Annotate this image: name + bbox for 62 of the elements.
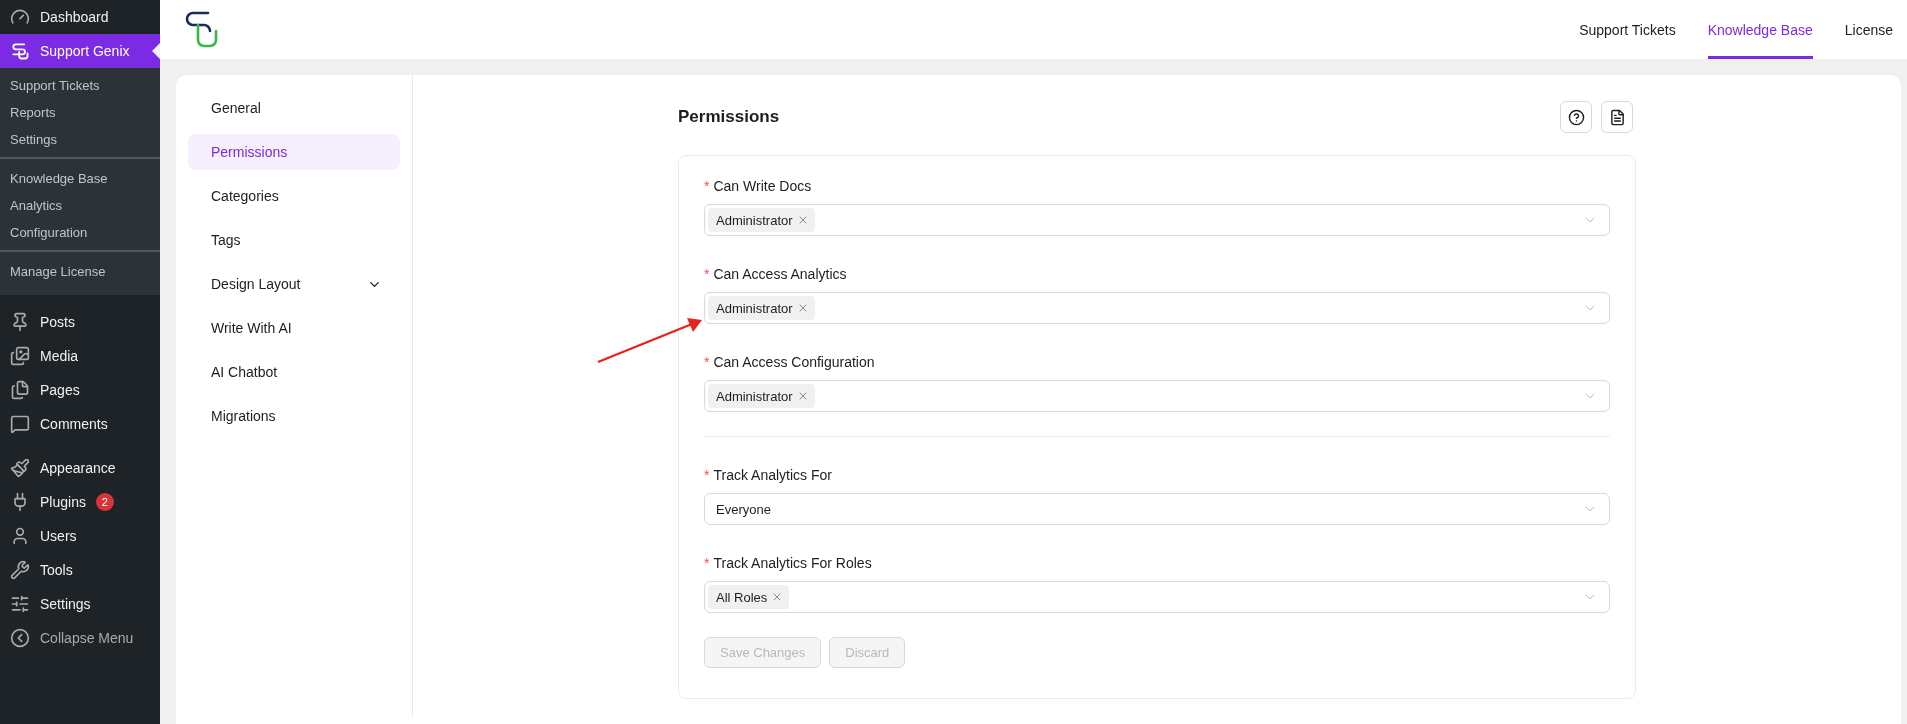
tag-chip: All Roles — [708, 585, 790, 609]
top-nav-tab[interactable]: License — [1844, 0, 1893, 59]
submenu-item[interactable]: Reports — [0, 99, 160, 126]
count-badge: 2 — [95, 493, 114, 511]
field-label: * Can Access Analytics — [704, 266, 848, 282]
help-icon — [1567, 108, 1585, 126]
select-field[interactable]: Everyone — [704, 493, 1610, 525]
field-label: * Track Analytics For Roles — [704, 555, 873, 571]
admin-menu-item[interactable]: Posts — [0, 305, 160, 339]
admin-menu-item[interactable]: Support Genix — [0, 34, 160, 68]
tag-chip: Administrator — [708, 296, 815, 320]
settings-nav-item[interactable]: General — [188, 90, 400, 126]
settings-nav-item[interactable]: Categories — [188, 178, 400, 214]
help-button[interactable] — [1560, 101, 1592, 133]
logo-icon — [184, 9, 218, 50]
paintbrush-icon — [10, 458, 30, 478]
top-nav-tab[interactable]: Knowledge Base — [1707, 0, 1813, 59]
settings-nav-item[interactable]: Write With AI — [188, 310, 400, 346]
tag-chip: Administrator — [708, 208, 815, 232]
admin-menu-item[interactable]: Users — [0, 519, 160, 553]
pin-icon — [10, 312, 30, 332]
tag-chip: Administrator — [708, 384, 815, 408]
admin-menu-item[interactable]: Media — [0, 339, 160, 373]
admin-menu-item[interactable]: Tools — [0, 553, 160, 587]
images-icon — [10, 346, 30, 366]
admin-menu-item[interactable]: Dashboard — [0, 0, 160, 34]
admin-menu-item[interactable]: Settings — [0, 587, 160, 621]
submenu-item[interactable]: Analytics — [0, 192, 160, 219]
gauge-icon — [10, 7, 30, 27]
document-button[interactable] — [1601, 101, 1633, 133]
admin-menu-item[interactable]: Pages — [0, 373, 160, 407]
admin-menu-item[interactable]: Appearance — [0, 451, 160, 485]
field-label: * Can Write Docs — [704, 178, 813, 194]
settings-nav-item[interactable]: AI Chatbot — [188, 354, 400, 390]
settings-nav-item[interactable]: Migrations — [188, 398, 400, 434]
submenu-item[interactable]: Manage License — [0, 258, 160, 285]
collapse-icon — [10, 628, 30, 648]
submenu-item[interactable]: Settings — [0, 126, 160, 153]
submenu-item[interactable]: Configuration — [0, 219, 160, 246]
settings-nav-item[interactable]: Design Layout — [188, 266, 400, 302]
settings-nav-item[interactable]: Permissions — [188, 134, 400, 170]
comment-icon — [10, 414, 30, 434]
pages-icon — [10, 380, 30, 400]
submenu-item[interactable]: Support Tickets — [0, 72, 160, 99]
top-nav-tab[interactable]: Support Tickets — [1579, 0, 1676, 59]
multi-select-field[interactable]: All Roles — [704, 581, 1610, 613]
wrench-icon — [10, 560, 30, 580]
logo-icon — [10, 41, 30, 61]
sliders-icon — [10, 594, 30, 614]
submenu-item[interactable]: Knowledge Base — [0, 165, 160, 192]
user-icon — [10, 526, 30, 546]
admin-menu-item[interactable]: Collapse Menu — [0, 621, 160, 655]
document-icon — [1608, 108, 1626, 126]
multi-select-field[interactable]: Administrator — [704, 204, 1610, 236]
admin-menu-item[interactable]: Comments — [0, 407, 160, 441]
multi-select-field[interactable]: Administrator — [704, 380, 1610, 412]
field-label: * Track Analytics For — [704, 467, 833, 483]
multi-select-field[interactable]: Administrator — [704, 292, 1610, 324]
admin-menu-item[interactable]: Plugins 2 — [0, 485, 160, 519]
field-label: * Can Access Configuration — [704, 354, 876, 370]
page-title: Permissions — [678, 107, 780, 127]
settings-nav-item[interactable]: Tags — [188, 222, 400, 258]
